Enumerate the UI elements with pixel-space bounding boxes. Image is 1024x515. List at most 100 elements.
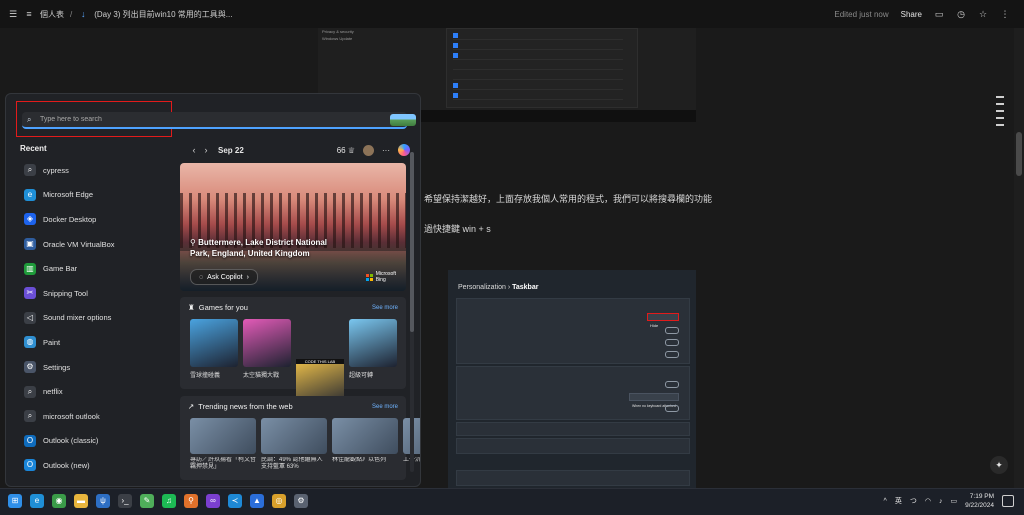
windows-taskbar: ⊞ e ◉ ▬ ψ ›_ ✎ ♫ ⚲ ∞ ≺ ▲ ◎ ⚙ ^ 英 つ ◠ ♪ ▭… bbox=[0, 488, 1024, 515]
recent-item[interactable]: ✂ Snipping Tool bbox=[20, 281, 170, 306]
news-caption: 專訪／許玖揚看「柯文哲羈押禁見」 bbox=[190, 457, 256, 470]
spotify-icon[interactable]: ♫ bbox=[162, 494, 176, 508]
chrome-dev-icon[interactable]: ◎ bbox=[272, 494, 286, 508]
search-input[interactable] bbox=[40, 116, 380, 123]
vscode-icon[interactable]: ≺ bbox=[228, 494, 242, 508]
settings-toggle-taskview[interactable] bbox=[665, 339, 679, 346]
settings-toggle-widgets[interactable] bbox=[665, 351, 679, 358]
terminal-icon[interactable]: ›_ bbox=[118, 494, 132, 508]
start-button-icon[interactable]: ⊞ bbox=[8, 494, 22, 508]
news-tile[interactable]: 專訪／許玖揚看「柯文哲羈押禁見」 bbox=[190, 418, 256, 471]
table-of-contents-icon[interactable] bbox=[996, 96, 1004, 131]
breadcrumb-workspace[interactable]: 個人表 bbox=[40, 9, 64, 20]
history-icon[interactable]: ◷ bbox=[956, 9, 966, 19]
recent-item-label: Settings bbox=[43, 362, 71, 372]
more-icon[interactable]: ⋮ bbox=[1000, 9, 1010, 19]
notepad-icon[interactable]: ✎ bbox=[140, 494, 154, 508]
search-icon: ⌕ bbox=[27, 114, 32, 124]
hero-image-card[interactable]: ⚲ Buttermere, Lake District National Par… bbox=[180, 163, 406, 291]
settings-card-related-support[interactable] bbox=[456, 470, 690, 486]
file-explorer-icon[interactable]: ▬ bbox=[74, 494, 88, 508]
recent-item[interactable]: ◈ Docker Desktop bbox=[20, 207, 170, 232]
settings-touch-keyboard-select[interactable]: When no keyboard attached bbox=[629, 393, 679, 408]
page-scroll-thumb[interactable] bbox=[1016, 132, 1022, 176]
outlook-icon: O bbox=[24, 434, 36, 447]
tray-overflow-chevron[interactable]: ^ bbox=[884, 498, 887, 505]
share-button[interactable]: Share bbox=[901, 10, 922, 19]
settings-app-icon[interactable]: ⚙ bbox=[294, 494, 308, 508]
recent-item[interactable]: e Microsoft Edge bbox=[20, 183, 170, 208]
recent-list: ⌕ cypress e Microsoft Edge ◈ Docker Desktop ▣ O… bbox=[20, 158, 170, 478]
avatar[interactable] bbox=[363, 144, 374, 156]
recent-item[interactable]: O Outlook (classic) bbox=[20, 429, 170, 454]
ime-mode[interactable]: つ bbox=[910, 496, 917, 506]
speaker-icon: ◁ bbox=[24, 311, 36, 324]
recent-item-label: netflix bbox=[43, 387, 63, 397]
settings-toggle-pen[interactable] bbox=[665, 381, 679, 388]
virtualbox-icon: ▣ bbox=[24, 238, 36, 251]
recent-item[interactable]: ⚙ Settings bbox=[20, 355, 170, 380]
recent-item-label: Outlook (classic) bbox=[43, 436, 99, 446]
settings-card-other-tray[interactable] bbox=[456, 422, 690, 436]
recent-item-label: Game Bar bbox=[43, 264, 78, 274]
app-topbar: ☰ ≡ 個人表 / ↓ (Day 3) 列出目前win10 常用的工具與... … bbox=[0, 0, 1024, 28]
recent-item[interactable]: ▣ Oracle VM VirtualBox bbox=[20, 232, 170, 257]
news-see-more-link[interactable]: See more bbox=[372, 404, 398, 410]
game-caption: 雪球撞碰義 bbox=[190, 373, 221, 379]
games-see-more-link[interactable]: See more bbox=[372, 305, 398, 311]
recent-item[interactable]: ⌕ microsoft outlook bbox=[20, 404, 170, 429]
settings-card-taskbar-behaviors[interactable] bbox=[456, 438, 690, 454]
recent-item[interactable]: ◁ Sound mixer options bbox=[20, 306, 170, 331]
game-thumbnail bbox=[349, 319, 397, 367]
edge-icon[interactable]: e bbox=[30, 494, 44, 508]
chevron-right-icon[interactable]: › bbox=[200, 145, 212, 155]
sourcetree-icon[interactable]: ψ bbox=[96, 494, 110, 508]
recent-item[interactable]: ▥ Game Bar bbox=[20, 256, 170, 281]
ime-language[interactable]: 英 bbox=[895, 496, 902, 506]
widgets-scroll-thumb[interactable] bbox=[410, 152, 414, 332]
settings-toggle-virtual-touchpad[interactable] bbox=[665, 405, 679, 412]
recent-item[interactable]: ◍ Paint bbox=[20, 330, 170, 355]
search-icon: ⌕ bbox=[24, 410, 36, 423]
taskbar-apps: ⊞ e ◉ ▬ ψ ›_ ✎ ♫ ⚲ ∞ ≺ ▲ ◎ ⚙ bbox=[8, 494, 308, 508]
recent-item[interactable]: ⌕ netflix bbox=[20, 379, 170, 404]
wifi-icon[interactable]: ◠ bbox=[925, 497, 931, 505]
gamebar-icon: ▥ bbox=[24, 262, 36, 275]
recent-item[interactable]: O Outlook (new) bbox=[20, 453, 170, 478]
news-list: 專訪／許玖揚看「柯文哲羈押禁見」 民調：49% 認他繼無人支持藍軍 63% 林佳龍觀… bbox=[190, 418, 420, 471]
search-app-icon[interactable]: ⚲ bbox=[184, 494, 198, 508]
more-options-button[interactable]: ··· bbox=[382, 146, 390, 155]
recent-item-label: Sound mixer options bbox=[43, 313, 112, 323]
photos-icon[interactable]: ▲ bbox=[250, 494, 264, 508]
settings-toggle-copilot[interactable] bbox=[665, 327, 679, 334]
news-tile[interactable]: 林佳龍觀點》以色列 bbox=[332, 418, 398, 471]
breadcrumb-page-title[interactable]: (Day 3) 列出目前win10 常用的工具與... bbox=[94, 9, 232, 20]
copilot-icon[interactable] bbox=[398, 144, 410, 156]
news-thumbnail bbox=[190, 418, 256, 454]
recent-item[interactable]: ⌕ cypress bbox=[20, 158, 170, 183]
page-scrollbar[interactable] bbox=[1014, 28, 1024, 488]
chrome-icon[interactable]: ◉ bbox=[52, 494, 66, 508]
battery-icon[interactable]: ▭ bbox=[950, 497, 957, 505]
hero-location[interactable]: ⚲ Buttermere, Lake District National Par… bbox=[190, 237, 340, 259]
search-box[interactable]: ⌕ bbox=[22, 112, 407, 129]
star-icon[interactable]: ☆ bbox=[978, 9, 988, 19]
volume-icon[interactable]: ♪ bbox=[939, 498, 943, 505]
rewards-points[interactable]: 66 ♕ bbox=[337, 146, 355, 155]
ask-copilot-button[interactable]: ◌ Ask Copilot › bbox=[190, 269, 258, 285]
settings-search-select[interactable]: Hide bbox=[647, 313, 679, 328]
gamepad-icon: ♜ bbox=[188, 303, 195, 312]
ai-assistant-button[interactable]: ✦ bbox=[990, 456, 1008, 474]
menu-icon[interactable]: ☰ bbox=[8, 9, 18, 19]
search-highlight-image[interactable] bbox=[390, 114, 416, 126]
widgets-date: Sep 22 bbox=[218, 145, 244, 155]
chevron-left-icon[interactable]: ‹ bbox=[188, 145, 200, 155]
news-tile[interactable]: 民調：49% 認他繼無人支持藍軍 63% bbox=[261, 418, 327, 471]
clock[interactable]: 7:19 PM 9/22/2024 bbox=[965, 492, 994, 510]
scissors-icon: ✂ bbox=[24, 287, 36, 300]
comment-icon[interactable]: ▭ bbox=[934, 9, 944, 19]
notification-icon[interactable] bbox=[1002, 495, 1014, 507]
widgets-scrollbar[interactable] bbox=[410, 152, 414, 472]
recent-item-label: Docker Desktop bbox=[43, 214, 97, 224]
visual-studio-icon[interactable]: ∞ bbox=[206, 494, 220, 508]
